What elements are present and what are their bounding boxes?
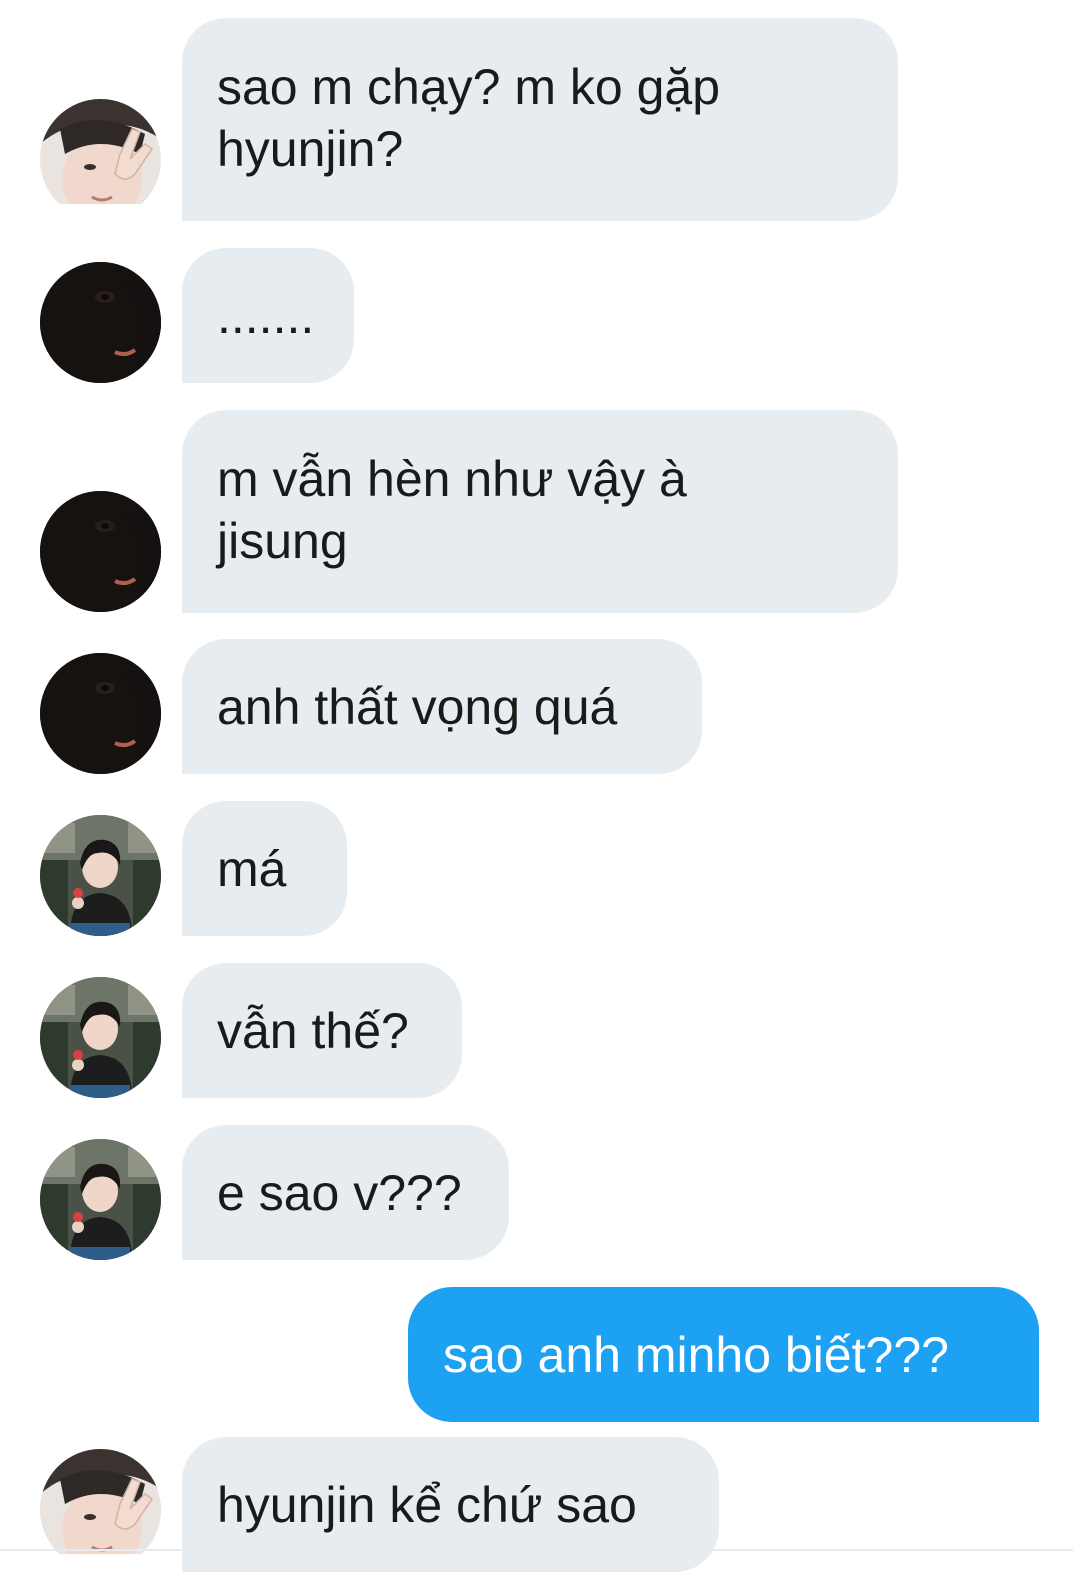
avatar-dark-hood-image bbox=[40, 491, 161, 612]
avatar-peace-sign-image bbox=[40, 99, 161, 220]
message-bubble[interactable]: m vẫn hèn như vậy à jisung bbox=[182, 410, 898, 613]
message-text: sao m chạy? m ko gặp hyunjin? bbox=[217, 59, 721, 177]
avatar-dark-hood[interactable] bbox=[40, 491, 161, 612]
avatar-peace-sign[interactable] bbox=[40, 1449, 161, 1570]
avatar-dark-hood-image bbox=[40, 653, 161, 774]
avatar-train-seat-image bbox=[40, 977, 161, 1098]
message-bubble-sent[interactable]: sao anh minho biết??? bbox=[408, 1287, 1039, 1422]
message-bubble[interactable]: anh thất vọng quá bbox=[182, 639, 702, 774]
message-text: sao anh minho biết??? bbox=[443, 1326, 949, 1383]
message-text: hyunjin kể chứ sao bbox=[217, 1476, 637, 1533]
divider bbox=[0, 1549, 1073, 1551]
avatar-dark-hood[interactable] bbox=[40, 653, 161, 774]
message-bubble[interactable]: hyunjin kể chứ sao bbox=[182, 1437, 719, 1572]
message-text: ....... bbox=[217, 287, 315, 344]
avatar-train-seat[interactable] bbox=[40, 977, 161, 1098]
message-text: anh thất vọng quá bbox=[217, 678, 618, 735]
message-text: má bbox=[217, 840, 287, 897]
avatar-train-seat-image bbox=[40, 1139, 161, 1260]
message-text: e sao v??? bbox=[217, 1164, 462, 1221]
message-thread: sao m chạy? m ko gặp hyunjin? ....... m … bbox=[0, 0, 1073, 1572]
avatar-peace-sign-image bbox=[40, 1449, 161, 1570]
avatar-dark-hood-image bbox=[40, 262, 161, 383]
message-text: vẫn thế? bbox=[217, 1002, 409, 1059]
avatar-train-seat-image bbox=[40, 815, 161, 936]
message-bubble[interactable]: e sao v??? bbox=[182, 1125, 509, 1260]
avatar-peace-sign[interactable] bbox=[40, 99, 161, 220]
avatar-dark-hood[interactable] bbox=[40, 262, 161, 383]
message-bubble[interactable]: ....... bbox=[182, 248, 354, 383]
avatar-train-seat[interactable] bbox=[40, 1139, 161, 1260]
message-text: m vẫn hèn như vậy à jisung bbox=[217, 451, 687, 569]
message-bubble[interactable]: vẫn thế? bbox=[182, 963, 462, 1098]
message-bubble[interactable]: sao m chạy? m ko gặp hyunjin? bbox=[182, 18, 898, 221]
avatar-train-seat[interactable] bbox=[40, 815, 161, 936]
message-bubble[interactable]: má bbox=[182, 801, 347, 936]
